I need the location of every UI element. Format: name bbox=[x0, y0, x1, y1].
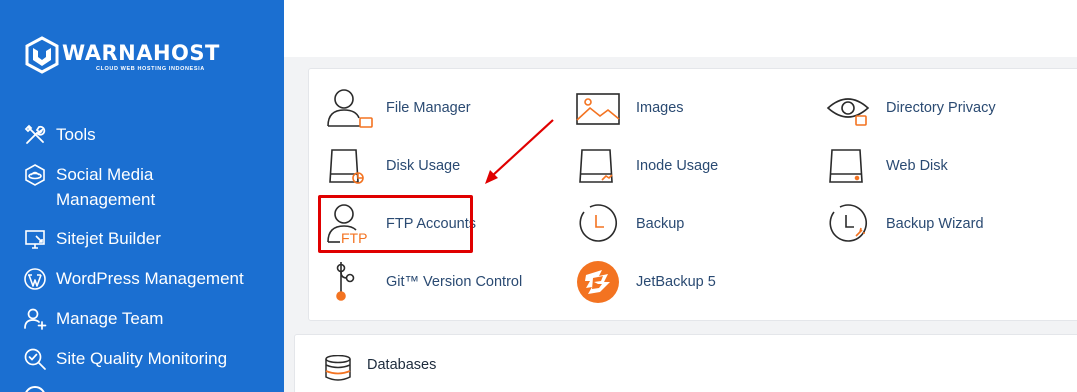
sidebar-item-label: Sitejet Builder bbox=[56, 229, 161, 248]
app-label: JetBackup 5 bbox=[636, 274, 716, 290]
databases-panel: Databases bbox=[294, 334, 1077, 392]
databases-title[interactable]: Databases bbox=[367, 357, 436, 373]
inode-usage-icon bbox=[576, 144, 630, 188]
app-label: Backup bbox=[636, 216, 685, 232]
sitejet-icon bbox=[22, 226, 48, 252]
sidebar-item-sitejet[interactable]: Sitejet Builder bbox=[22, 226, 161, 252]
app-label: FTP Accounts bbox=[386, 216, 476, 232]
sidebar-item-manage-team[interactable]: Manage Team bbox=[22, 306, 163, 332]
tools-icon bbox=[22, 122, 48, 148]
brand-logo[interactable]: WARNAHOST CLOUD WEB HOSTING INDONESIA bbox=[24, 36, 220, 74]
sidebar-item-tools[interactable]: Tools bbox=[22, 122, 96, 148]
app-inode-usage[interactable]: Inode Usage bbox=[576, 144, 718, 188]
top-bar bbox=[284, 0, 1077, 57]
app-backup[interactable]: Backup bbox=[576, 202, 684, 246]
app-label: File Manager bbox=[386, 100, 471, 116]
app-directory-privacy[interactable]: Directory Privacy bbox=[826, 86, 996, 130]
app-file-manager[interactable]: File Manager bbox=[326, 86, 471, 130]
git-icon bbox=[326, 260, 380, 304]
sidebar-item-label: Social Media Management bbox=[56, 165, 156, 209]
social-media-icon bbox=[22, 162, 48, 188]
file-manager-icon bbox=[326, 86, 380, 130]
sidebar: WARNAHOST CLOUD WEB HOSTING INDONESIA To… bbox=[0, 0, 284, 392]
app-label: Images bbox=[636, 100, 684, 116]
ftp-accounts-icon: FTP bbox=[326, 202, 380, 246]
app-label: Backup Wizard bbox=[886, 216, 984, 232]
web-disk-icon bbox=[826, 144, 880, 188]
app-web-disk[interactable]: Web Disk bbox=[826, 144, 948, 188]
app-label: Directory Privacy bbox=[886, 100, 996, 116]
disk-usage-icon bbox=[326, 144, 380, 188]
manage-team-icon bbox=[22, 306, 48, 332]
sidebar-item-social-media[interactable]: Social Media Management bbox=[22, 162, 155, 212]
warnahost-logo-icon bbox=[25, 36, 59, 74]
site-quality-icon bbox=[22, 346, 48, 372]
sidebar-item-partial-icon bbox=[24, 386, 46, 392]
app-disk-usage[interactable]: Disk Usage bbox=[326, 144, 460, 188]
jetbackup-icon bbox=[576, 260, 630, 304]
brand-tagline: CLOUD WEB HOSTING INDONESIA bbox=[96, 66, 205, 72]
app-label: Inode Usage bbox=[636, 158, 719, 174]
directory-privacy-icon bbox=[826, 86, 880, 130]
sidebar-item-label: Manage Team bbox=[56, 309, 164, 328]
app-jetbackup-5[interactable]: JetBackup 5 bbox=[576, 260, 716, 304]
app-images[interactable]: Images bbox=[576, 86, 684, 130]
wordpress-icon bbox=[22, 266, 48, 292]
sidebar-item-label: Tools bbox=[56, 125, 96, 144]
ftp-icon-text: FTP bbox=[341, 230, 367, 246]
app-label: Web Disk bbox=[886, 158, 948, 174]
sidebar-item-site-quality[interactable]: Site Quality Monitoring bbox=[22, 346, 227, 372]
backup-icon bbox=[576, 202, 630, 246]
sidebar-item-label: Site Quality Monitoring bbox=[56, 349, 228, 368]
backup-wizard-icon bbox=[826, 202, 880, 246]
app-ftp-accounts[interactable]: FTP FTP Accounts bbox=[326, 202, 476, 246]
app-label: Disk Usage bbox=[386, 158, 461, 174]
images-icon bbox=[576, 86, 630, 130]
brand-name: WARNAHOST bbox=[62, 41, 220, 65]
sidebar-item-wordpress[interactable]: WordPress Management bbox=[22, 266, 244, 292]
app-label: Git™ Version Control bbox=[386, 274, 523, 290]
sidebar-item-label: WordPress Management bbox=[56, 269, 244, 288]
database-icon bbox=[325, 355, 351, 381]
app-git-version-control[interactable]: Git™ Version Control bbox=[326, 260, 522, 304]
app-backup-wizard[interactable]: Backup Wizard bbox=[826, 202, 984, 246]
